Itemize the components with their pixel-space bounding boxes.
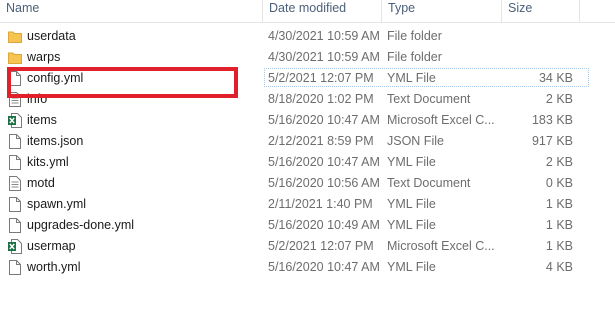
list-item[interactable]: userdata 4/30/2021 10:59 AM File folder xyxy=(0,26,615,47)
file-type: File folder xyxy=(387,50,442,64)
excel-icon xyxy=(8,239,22,254)
file-date: 5/16/2020 10:47 AM xyxy=(268,113,380,127)
list-item[interactable]: worth.yml 5/16/2020 10:47 AM YML File 4 … xyxy=(0,257,615,278)
column-header-spacer xyxy=(579,0,615,22)
list-item[interactable]: usermap 5/2/2021 12:07 PM Microsoft Exce… xyxy=(0,236,615,257)
text-file-icon xyxy=(8,92,22,107)
file-name: items.json xyxy=(27,134,84,148)
list-item[interactable]: items.json 2/12/2021 8:59 PM JSON File 9… xyxy=(0,131,615,152)
file-type: JSON File xyxy=(387,134,444,148)
file-name: info xyxy=(27,92,48,106)
file-size: 0 KB xyxy=(545,176,573,190)
folder-icon xyxy=(8,29,22,44)
list-item[interactable]: config.yml 5/2/2021 12:07 PM YML File 34… xyxy=(0,68,615,89)
file-size: 34 KB xyxy=(538,71,573,85)
column-header-bar: Name Date modified Type Size xyxy=(0,0,615,23)
file-size xyxy=(505,47,573,68)
file-size: 1 KB xyxy=(545,218,573,232)
file-icon xyxy=(8,218,22,233)
column-header-size[interactable]: Size xyxy=(501,0,579,22)
file-size: 2 KB xyxy=(545,155,573,169)
file-name: usermap xyxy=(27,239,76,253)
file-name: warps xyxy=(27,50,61,64)
list-item[interactable]: info 8/18/2020 1:02 PM Text Document 2 K… xyxy=(0,89,615,110)
file-type: YML File xyxy=(387,197,436,211)
list-item[interactable]: spawn.yml 2/11/2021 1:40 PM YML File 1 K… xyxy=(0,194,615,215)
file-type: Microsoft Excel C... xyxy=(387,239,495,253)
file-type: YML File xyxy=(387,260,436,274)
excel-icon xyxy=(8,113,22,128)
file-size: 183 KB xyxy=(531,113,573,127)
file-name: upgrades-done.yml xyxy=(27,218,135,232)
file-size: 2 KB xyxy=(545,92,573,106)
list-item[interactable]: items 5/16/2020 10:47 AM Microsoft Excel… xyxy=(0,110,615,131)
file-type: Text Document xyxy=(387,176,471,190)
file-type: Text Document xyxy=(387,92,471,106)
file-size: 1 KB xyxy=(545,197,573,211)
file-date: 5/16/2020 10:47 AM xyxy=(268,155,380,169)
file-list: userdata 4/30/2021 10:59 AM File folder … xyxy=(0,26,615,278)
file-size: 1 KB xyxy=(545,239,573,253)
file-size: 4 KB xyxy=(545,260,573,274)
file-date: 4/30/2021 10:59 AM xyxy=(268,29,380,43)
file-name: motd xyxy=(27,176,55,190)
file-type: YML File xyxy=(387,155,436,169)
file-type: YML File xyxy=(387,71,436,85)
file-date: 5/2/2021 12:07 PM xyxy=(268,71,374,85)
list-item[interactable]: upgrades-done.yml 5/16/2020 10:49 AM YML… xyxy=(0,215,615,236)
file-name: items xyxy=(27,113,57,127)
file-name: config.yml xyxy=(27,71,84,85)
column-header-date-modified[interactable]: Date modified xyxy=(262,0,381,22)
file-icon xyxy=(8,134,22,149)
file-date: 5/16/2020 10:47 AM xyxy=(268,260,380,274)
file-date: 4/30/2021 10:59 AM xyxy=(268,50,380,64)
text-file-icon xyxy=(8,176,22,191)
column-header-type[interactable]: Type xyxy=(381,0,501,22)
file-size: 917 KB xyxy=(531,134,573,148)
file-icon xyxy=(8,155,22,170)
file-type: File folder xyxy=(387,29,442,43)
list-item[interactable]: motd 5/16/2020 10:56 AM Text Document 0 … xyxy=(0,173,615,194)
file-type: YML File xyxy=(387,218,436,232)
list-item[interactable]: kits.yml 5/16/2020 10:47 AM YML File 2 K… xyxy=(0,152,615,173)
file-type: Microsoft Excel C... xyxy=(387,113,495,127)
file-date: 5/16/2020 10:49 AM xyxy=(268,218,380,232)
file-icon xyxy=(8,197,22,212)
file-name: spawn.yml xyxy=(27,197,87,211)
file-date: 8/18/2020 1:02 PM xyxy=(268,92,374,106)
file-icon xyxy=(8,71,22,86)
file-size xyxy=(505,26,573,47)
file-date: 5/2/2021 12:07 PM xyxy=(268,239,374,253)
file-name: kits.yml xyxy=(27,155,69,169)
file-name: worth.yml xyxy=(27,260,81,274)
file-date: 2/12/2021 8:59 PM xyxy=(268,134,374,148)
list-item[interactable]: warps 4/30/2021 10:59 AM File folder xyxy=(0,47,615,68)
file-date: 5/16/2020 10:56 AM xyxy=(268,176,380,190)
folder-icon xyxy=(8,50,22,65)
file-date: 2/11/2021 1:40 PM xyxy=(268,197,373,211)
file-icon xyxy=(8,260,22,275)
file-name: userdata xyxy=(27,29,76,43)
column-header-name[interactable]: Name xyxy=(0,0,262,22)
